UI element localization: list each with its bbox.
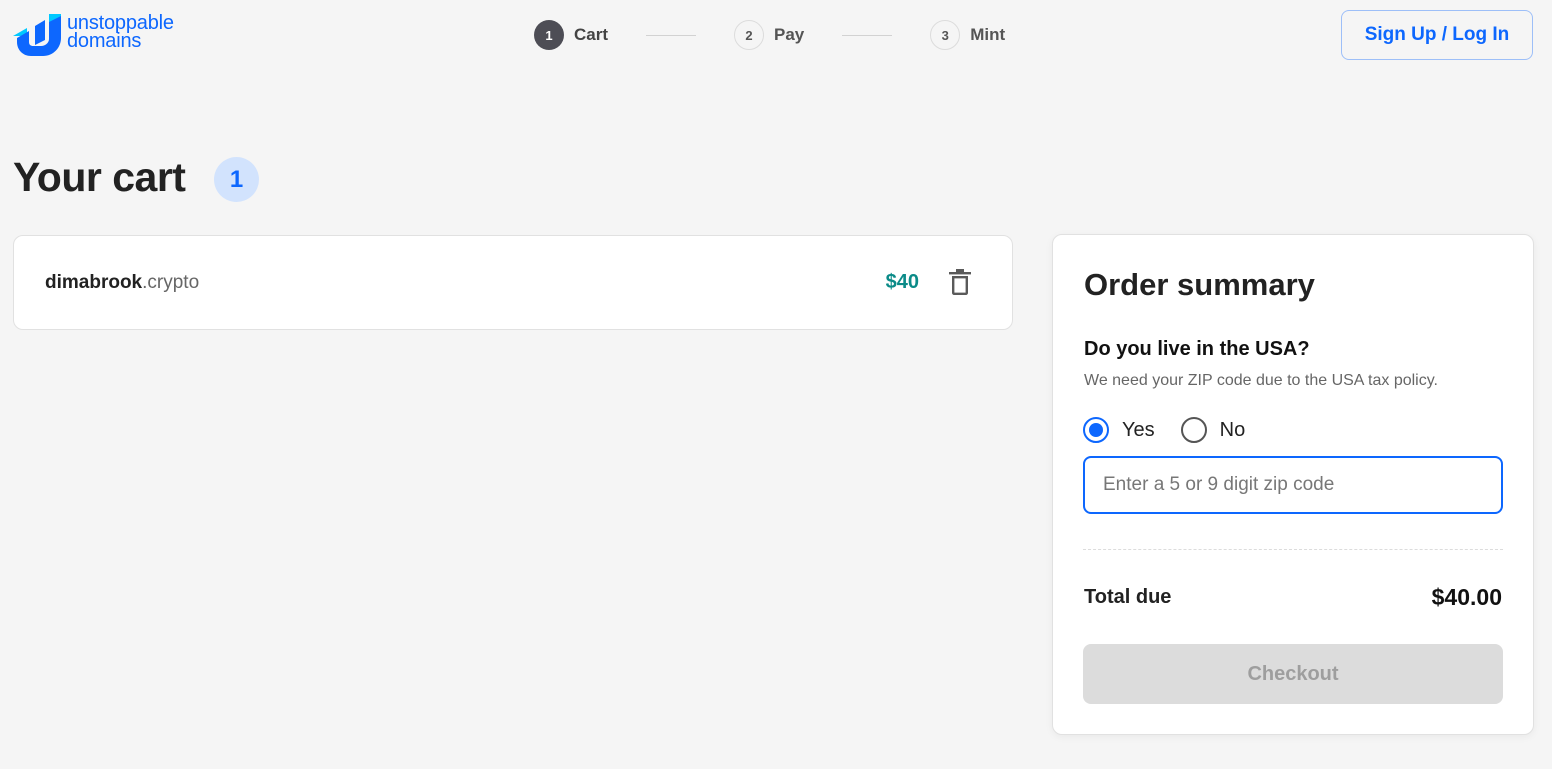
step-number: 3 xyxy=(930,20,961,50)
domain-label: dimabrook xyxy=(45,272,143,293)
domain-name: dimabrook.crypto xyxy=(45,272,199,294)
radio-no-label[interactable]: No xyxy=(1220,419,1246,442)
usa-tax-note: We need your ZIP code due to the USA tax… xyxy=(1084,372,1438,389)
sign-up-login-button[interactable]: Sign Up / Log In xyxy=(1341,10,1533,60)
item-price: $40 xyxy=(885,271,919,293)
brand-name-line2: domains xyxy=(67,30,142,52)
checkout-button[interactable]: Checkout xyxy=(1083,644,1503,704)
usa-radio-group: Yes No xyxy=(1083,417,1271,443)
order-summary-title: Order summary xyxy=(1084,267,1315,302)
step-label: Mint xyxy=(970,25,1006,44)
checkout-stepper: 1 Cart 2 Pay 3 Mint xyxy=(534,20,1005,50)
step-pay: 2 Pay xyxy=(734,20,804,50)
domain-tld: .crypto xyxy=(142,272,200,293)
radio-yes-label[interactable]: Yes xyxy=(1122,419,1155,442)
remove-item-button[interactable] xyxy=(949,269,971,295)
page-title: Your cart xyxy=(13,154,186,200)
brand-logo[interactable]: unstoppable domains xyxy=(13,13,174,56)
zip-code-input[interactable] xyxy=(1083,456,1503,514)
radio-yes[interactable] xyxy=(1083,417,1109,443)
step-cart: 1 Cart xyxy=(534,20,608,50)
step-connector xyxy=(646,34,697,36)
usa-question: Do you live in the USA? xyxy=(1084,338,1310,360)
step-number: 2 xyxy=(734,20,765,50)
top-header: unstoppable domains 1 Cart 2 Pay 3 Mint … xyxy=(0,0,1552,70)
unstoppable-logo-icon xyxy=(13,14,61,56)
step-label: Pay xyxy=(774,25,805,44)
summary-divider xyxy=(1083,549,1503,550)
step-mint: 3 Mint xyxy=(930,20,1005,50)
cart-item: dimabrook.crypto $40 xyxy=(13,235,1013,330)
order-summary-panel: Order summary Do you live in the USA? We… xyxy=(1052,234,1534,735)
step-number: 1 xyxy=(534,20,564,50)
total-due-label: Total due xyxy=(1084,586,1172,608)
total-due-value: $40.00 xyxy=(1431,584,1502,610)
brand-wordmark: unstoppable domains xyxy=(67,13,174,52)
step-label: Cart xyxy=(574,25,609,44)
trash-icon xyxy=(949,269,971,295)
cart-count-badge: 1 xyxy=(214,157,259,202)
step-connector xyxy=(842,34,893,36)
radio-no[interactable] xyxy=(1180,417,1207,443)
